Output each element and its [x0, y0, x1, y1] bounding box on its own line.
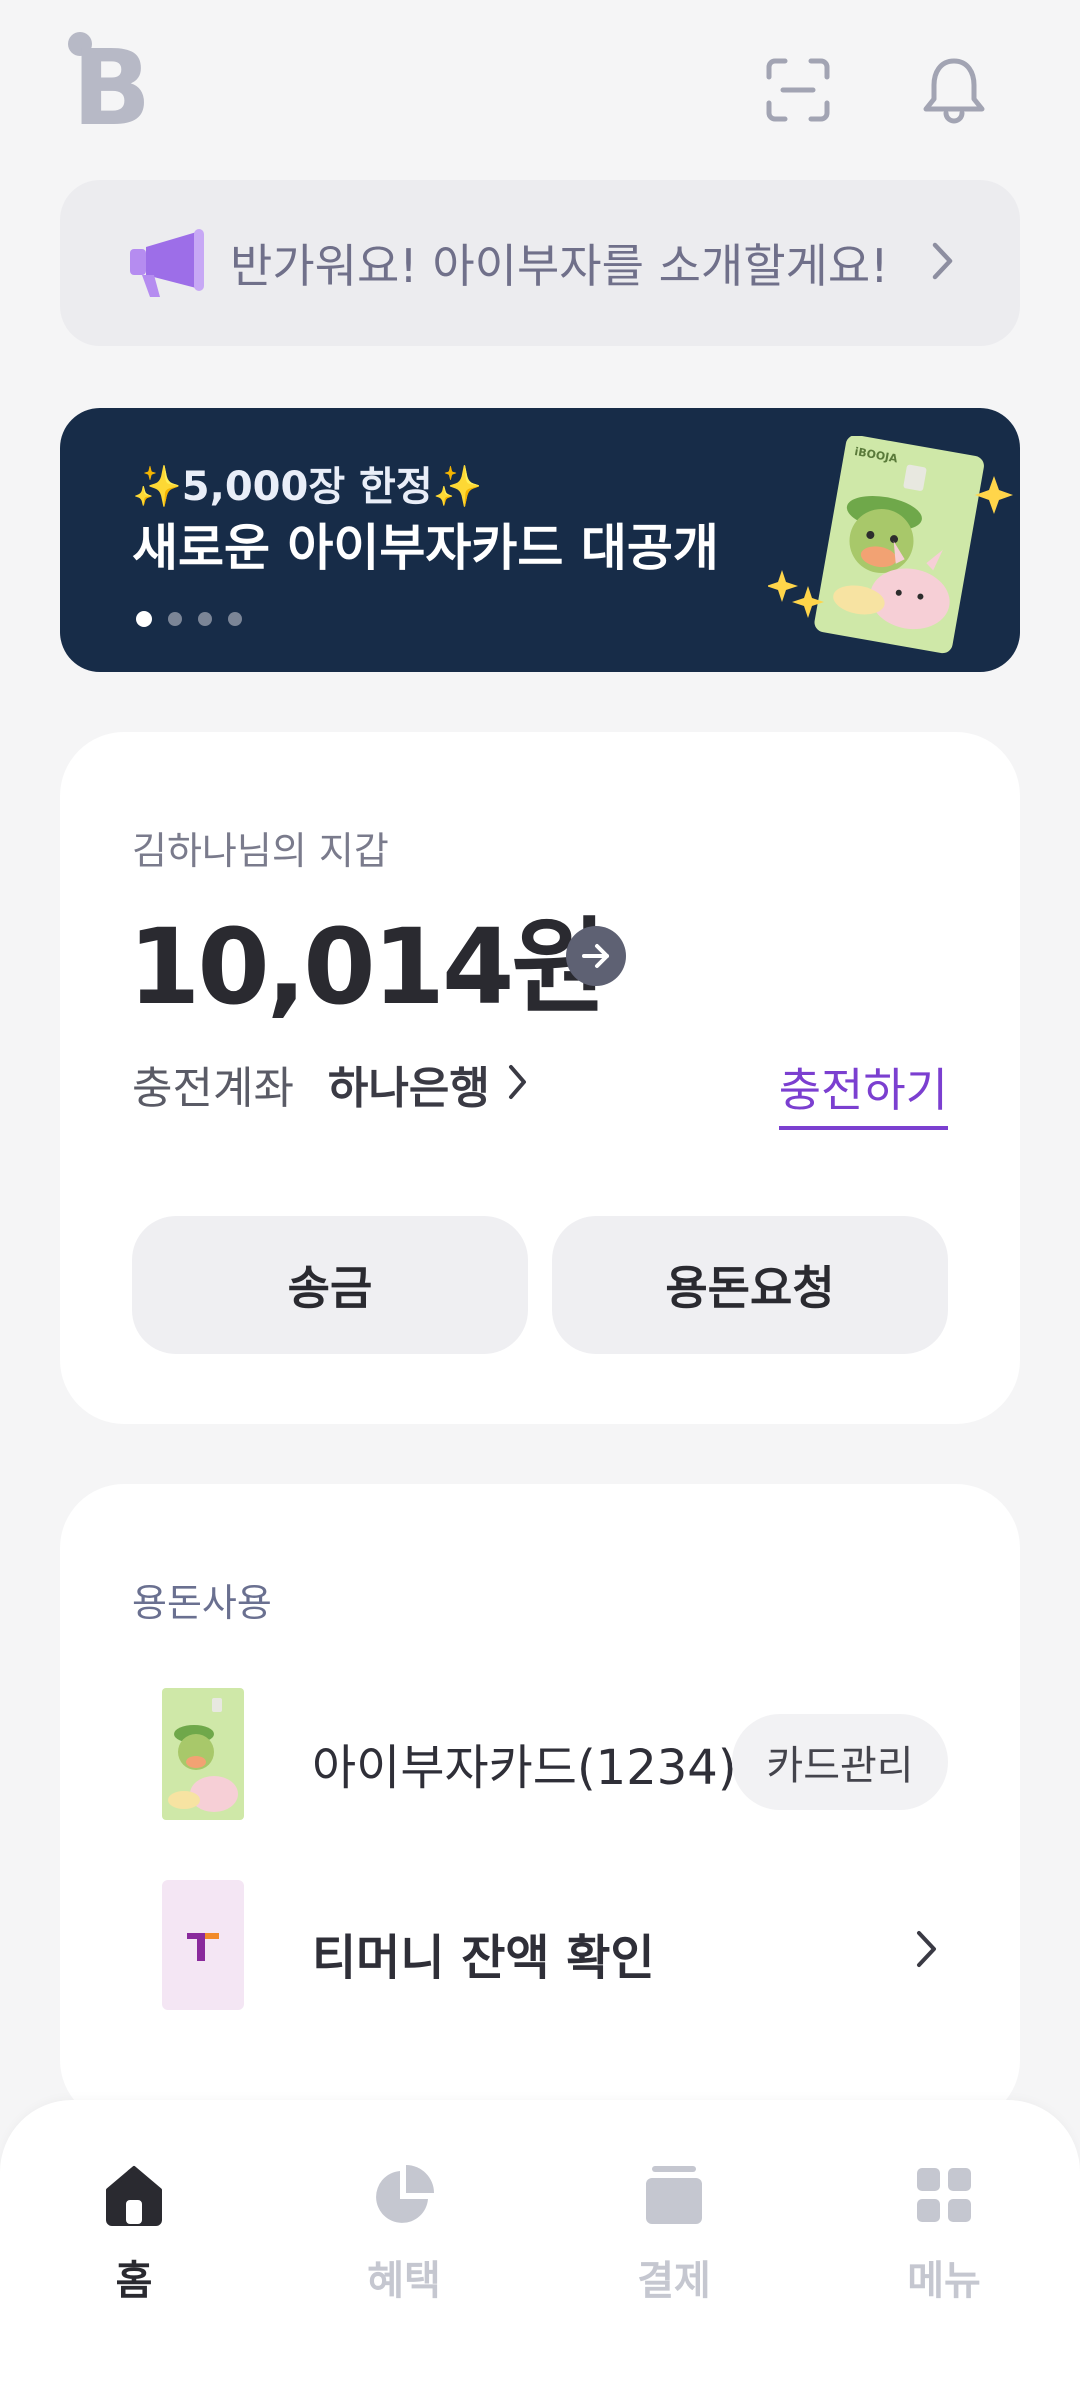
charge-account-label: 충전계좌 — [132, 1063, 294, 1114]
promo-banner[interactable]: ✨5,000장 한정✨ 새로운 아이부자카드 대공개 iBOOJA — [60, 408, 1020, 672]
wallet-label: 김하나님의 지갑 — [132, 829, 389, 873]
nav-label-menu: 메뉴 — [907, 2258, 981, 2304]
nav-item-benefits[interactable]: 혜택 — [304, 2160, 504, 2306]
nav-item-home[interactable]: 홈 — [34, 2160, 234, 2306]
send-button[interactable]: 송금 — [132, 1216, 528, 1354]
nav-item-menu[interactable]: 메뉴 — [844, 2160, 1044, 2306]
megaphone-icon — [128, 227, 208, 299]
bank-name: 하나은행 — [327, 1063, 490, 1114]
nav-label-payment: 결제 — [637, 2258, 711, 2304]
intro-text: 반가워요! 아이부자를 소개할게요! — [230, 239, 889, 293]
bottom-nav: 홈 혜택 결제 메뉴 — [0, 2100, 1080, 2393]
charge-link[interactable]: 충전하기 — [778, 1054, 948, 1130]
app-logo: B — [66, 27, 158, 149]
carousel-dot — [168, 612, 182, 626]
charge-account-row[interactable]: 충전계좌 하나은행 — [132, 1052, 528, 1116]
wallet-card: 김하나님의 지갑 10,014원 충전계좌 하나은행 충전하기 송금 용돈요청 — [60, 732, 1020, 1424]
promo-title: 새로운 아이부자카드 대공개 — [132, 519, 719, 577]
carousel-dot — [228, 612, 242, 626]
carousel-dot — [198, 612, 212, 626]
tmoney-balance-link[interactable]: 티머니 잔액 확인 — [312, 1918, 655, 1988]
carousel-dot-active — [136, 611, 152, 627]
chevron-right-icon — [932, 242, 954, 284]
wallet-amount[interactable]: 10,014원 — [128, 882, 607, 1033]
card-thumbnail — [162, 1688, 244, 1820]
home-icon — [99, 2160, 169, 2230]
bell-icon[interactable] — [918, 54, 990, 126]
logo-letter: B — [72, 28, 151, 132]
scan-icon[interactable] — [762, 54, 834, 126]
nav-label-home: 홈 — [115, 2258, 153, 2304]
tmoney-icon — [162, 1880, 244, 2010]
card-manage-button[interactable]: 카드관리 — [732, 1714, 948, 1810]
nav-label-benefits: 혜택 — [367, 2258, 441, 2304]
usage-card: 용돈사용 아이부자카드(1234) 카드관리 티머니 잔액 확인 — [60, 1484, 1020, 2124]
pie-chart-icon — [369, 2160, 439, 2230]
allowance-request-button[interactable]: 용돈요청 — [552, 1216, 948, 1354]
promo-subtitle: ✨5,000장 한정✨ — [132, 464, 483, 510]
card-illustration: iBOOJA — [766, 435, 1020, 666]
usage-label: 용돈사용 — [132, 1581, 272, 1625]
chevron-right-icon[interactable] — [916, 1930, 938, 1972]
card-stack-icon — [639, 2160, 709, 2230]
grid-icon — [909, 2160, 979, 2230]
intro-banner[interactable]: 반가워요! 아이부자를 소개할게요! — [60, 180, 1020, 346]
nav-item-payment[interactable]: 결제 — [574, 2160, 774, 2306]
arrow-right-icon[interactable] — [566, 926, 626, 986]
carousel-indicator — [136, 611, 242, 627]
card-name: 아이부자카드(1234) — [312, 1740, 737, 1796]
chevron-right-icon — [508, 1064, 528, 1104]
